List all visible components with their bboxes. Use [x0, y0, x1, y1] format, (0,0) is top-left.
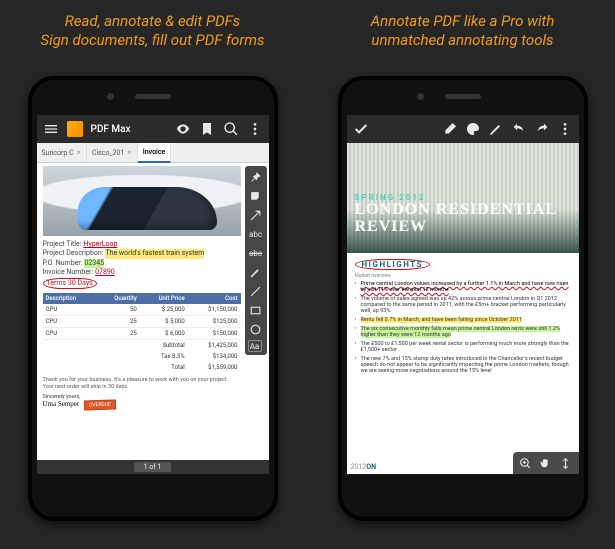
value-terms: Terms 30 Days — [43, 278, 97, 289]
highlight-icon[interactable]: abc — [248, 226, 264, 242]
th-quantity: Quantity — [97, 293, 140, 304]
close-icon[interactable]: × — [77, 148, 81, 157]
label-po: P.O. Number: — [43, 259, 83, 268]
th-description: Description — [43, 293, 98, 304]
palette-icon[interactable] — [465, 121, 481, 137]
tab-bar: Suncorp C× Cisco_201× Invoice — [37, 143, 269, 163]
document-london: SPRING 2012 LONDON RESIDENTIAL REVIEW HI… — [347, 143, 579, 474]
eraser-icon[interactable] — [442, 121, 458, 137]
appbar: PDF Max — [37, 115, 269, 143]
label-invno: Invoice Number: — [43, 268, 94, 277]
label-project-title: Project Title: — [43, 240, 82, 249]
arrow-icon[interactable] — [248, 207, 264, 223]
caption-right: Annotate PDF like a Pro with unmatched a… — [333, 12, 593, 68]
app-logo-icon — [67, 121, 83, 137]
table-row: CPU25$ 6,000$150,000 — [43, 328, 241, 340]
pin-icon[interactable] — [248, 169, 264, 185]
zoom-in-icon[interactable] — [518, 455, 534, 471]
highlights-list: Prime central London values increased by… — [355, 281, 571, 374]
value-po: 02345 — [84, 259, 104, 268]
th-unitprice: Unit Price — [140, 293, 188, 304]
pan-hand-icon[interactable] — [538, 455, 554, 471]
list-item: Prime central London values increased by… — [355, 281, 571, 293]
search-icon[interactable] — [223, 121, 239, 137]
thankyou-note: Thank you for your business. It's a plea… — [43, 377, 241, 391]
invoice-table: Description Quantity Unit Price Cost GPU… — [43, 293, 241, 373]
eye-icon[interactable] — [175, 121, 191, 137]
pen-icon[interactable] — [488, 121, 504, 137]
phone-frame-right: SPRING 2012 LONDON RESIDENTIAL REVIEW HI… — [338, 76, 588, 521]
line-icon[interactable] — [248, 283, 264, 299]
phone-frame-left: PDF Max Suncorp C× Cisco_201× Invoice ab… — [28, 76, 278, 521]
list-item: The £500 to £1,500 per week rental secto… — [355, 341, 571, 353]
text-icon[interactable]: Aa — [248, 340, 262, 352]
app-title: PDF Max — [91, 124, 131, 135]
th-cost: Cost — [188, 293, 241, 304]
viewer-footbar — [513, 452, 579, 474]
hero-image: SPRING 2012 LONDON RESIDENTIAL REVIEW — [347, 143, 579, 253]
document-invoice: abc abc Aa Project Title: HyperLoop Proj… — [37, 163, 269, 460]
highlights-label: HIGHLIGHTS — [355, 259, 431, 270]
circle-icon[interactable] — [248, 321, 264, 337]
highlights-subtitle: Market overview — [355, 273, 571, 279]
stamp-overdue: OVERDUE — [84, 400, 116, 411]
pager-label: 1 of 1 — [134, 462, 172, 472]
list-item: The new 7% and 15% stamp duty rates intr… — [355, 356, 571, 374]
annotate-toolbar — [347, 115, 579, 143]
menu-icon[interactable] — [43, 121, 59, 137]
value-project-title: HyperLoop — [83, 240, 117, 249]
list-item: Rents fell 0.7% in March, and have been … — [355, 317, 571, 323]
footer-stamp: 2012ON — [351, 463, 377, 471]
note-icon[interactable] — [248, 188, 264, 204]
pager: 1 of 1 — [37, 460, 269, 474]
redo-icon[interactable] — [534, 121, 550, 137]
close-icon[interactable]: × — [127, 148, 131, 157]
strikethrough-icon[interactable]: abc — [248, 245, 264, 261]
signature-name: Uma Semper — [43, 400, 80, 408]
tab-invoice[interactable]: Invoice — [138, 143, 172, 163]
check-icon[interactable] — [353, 121, 369, 137]
table-row: CPU25$ 5,000$125,000 — [43, 316, 241, 328]
annotation-toolbar: abc abc Aa — [245, 166, 267, 355]
list-item: The six consecutive monthly falls mean p… — [355, 326, 571, 338]
overflow-icon[interactable] — [247, 121, 263, 137]
tab-cisco[interactable]: Cisco_201× — [87, 143, 138, 162]
label-project-desc: Project Description: — [43, 249, 104, 258]
tab-suncorp[interactable]: Suncorp C× — [37, 143, 87, 162]
caption-left: Read, annotate & edit PDFs Sign document… — [40, 12, 264, 68]
undo-icon[interactable] — [511, 121, 527, 137]
value-project-desc: The world's fastest train system — [105, 249, 204, 258]
hero-title: LONDON RESIDENTIAL REVIEW — [355, 202, 571, 236]
table-row: GPU50$ 25,000$1,150,000 — [43, 304, 241, 316]
value-invno: 07890 — [95, 268, 115, 277]
hero-image — [43, 166, 241, 236]
list-item: The volume of sales agreed was up 42% ac… — [355, 296, 571, 314]
bookmark-icon[interactable] — [199, 121, 215, 137]
rect-icon[interactable] — [248, 302, 264, 318]
pen-icon[interactable] — [248, 264, 264, 280]
fit-height-icon[interactable] — [558, 455, 574, 471]
overflow-icon[interactable] — [557, 121, 573, 137]
